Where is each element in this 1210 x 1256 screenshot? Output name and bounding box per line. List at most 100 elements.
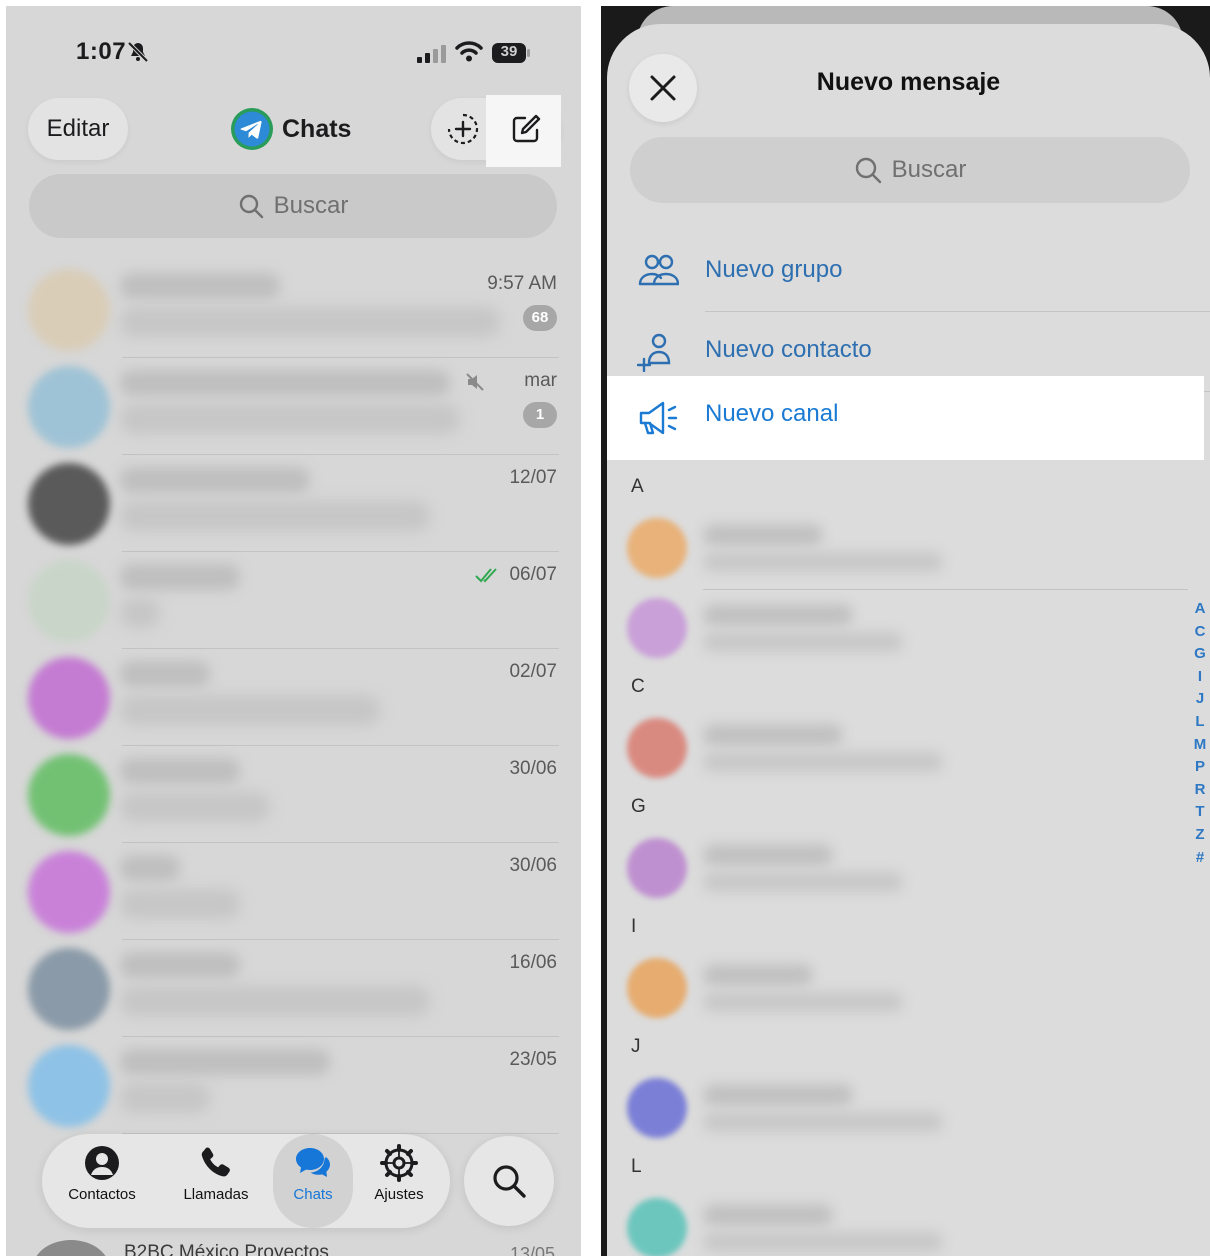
chat-row[interactable]: 12/07 <box>6 455 581 552</box>
chat-name-redacted <box>120 952 240 978</box>
edit-button[interactable]: Editar <box>28 98 128 160</box>
group-icon <box>638 254 679 286</box>
action-label: Nuevo contacto <box>705 336 872 363</box>
index-letter[interactable]: L <box>1189 711 1210 734</box>
chat-row[interactable]: 16/06 <box>6 940 581 1037</box>
avatar <box>28 851 110 933</box>
chat-preview-redacted <box>120 792 270 822</box>
chat-name-redacted <box>120 564 240 590</box>
megaphone-icon <box>639 401 678 435</box>
action-label: Nuevo grupo <box>705 256 843 283</box>
index-letter[interactable]: T <box>1189 801 1210 824</box>
chat-preview-redacted <box>120 1083 210 1113</box>
search-icon <box>493 1165 526 1198</box>
avatar <box>28 948 110 1030</box>
unread-badge: 1 <box>523 402 557 428</box>
section-letter: C <box>631 676 645 697</box>
index-letter[interactable]: M <box>1189 734 1210 757</box>
double-check-icon <box>475 568 497 583</box>
contact-row[interactable] <box>607 1070 1210 1150</box>
chat-date: 13/05 <box>510 1244 556 1256</box>
global-search-button[interactable] <box>464 1136 554 1226</box>
avatar <box>28 1045 110 1127</box>
status-time: 1:07 <box>76 38 127 65</box>
section-letter: L <box>631 1156 642 1177</box>
tab-label: Chats <box>293 1186 333 1203</box>
chat-preview-redacted <box>120 889 240 919</box>
index-letter[interactable]: P <box>1189 756 1210 779</box>
chat-date: 30/06 <box>509 758 557 779</box>
search-input[interactable]: Buscar <box>630 137 1190 203</box>
chat-row[interactable]: 02/07 <box>6 649 581 746</box>
chat-preview-redacted <box>120 986 430 1016</box>
avatar <box>28 366 110 448</box>
search-icon <box>855 157 881 184</box>
tab-settings[interactable]: Ajustes <box>356 1134 442 1228</box>
tab-contacts[interactable]: Contactos <box>50 1134 154 1228</box>
index-letter[interactable]: Z <box>1189 824 1210 847</box>
chat-row[interactable]: 23/05 <box>6 1037 581 1134</box>
index-letter[interactable]: R <box>1189 779 1210 802</box>
chat-name: B2BC México Proyectos <box>124 1242 329 1256</box>
contact-row[interactable] <box>607 950 1210 1030</box>
chat-preview-redacted <box>120 598 160 628</box>
contact-row[interactable] <box>607 710 1210 790</box>
compose-icon[interactable] <box>509 112 543 146</box>
add-story-icon[interactable] <box>446 112 480 146</box>
contact-row[interactable] <box>607 510 1210 590</box>
new-group-button[interactable]: Nuevo grupo <box>607 232 1210 312</box>
contact-row[interactable] <box>607 830 1210 910</box>
telegram-logo-icon <box>231 108 273 150</box>
chat-name-redacted <box>120 370 450 396</box>
index-letter[interactable]: A <box>1189 598 1210 621</box>
chat-row[interactable]: mar 1 <box>6 358 581 455</box>
chat-name-redacted <box>120 467 310 493</box>
contact-status-redacted <box>703 632 903 652</box>
index-letter[interactable]: # <box>1189 847 1210 870</box>
contact-row[interactable] <box>607 1190 1210 1256</box>
tab-chats[interactable]: Chats <box>273 1134 353 1228</box>
contact-name-redacted <box>703 724 843 746</box>
section-letter: I <box>631 916 637 937</box>
gear-icon <box>380 1144 418 1182</box>
contact-name-redacted <box>703 964 813 986</box>
chat-preview-redacted <box>120 404 460 434</box>
alphabet-index[interactable]: A C G I J L M P R T Z # <box>1189 598 1210 869</box>
chat-row[interactable]: 30/06 <box>6 843 581 940</box>
index-letter[interactable]: C <box>1189 621 1210 644</box>
tab-calls[interactable]: Llamadas <box>164 1134 268 1228</box>
cellular-signal-icon <box>417 45 446 63</box>
chat-row[interactable]: 9:57 AM 68 <box>6 261 581 358</box>
action-label: Nuevo canal <box>705 400 839 427</box>
avatar <box>28 269 110 351</box>
avatar <box>627 958 687 1018</box>
chat-date: 16/06 <box>509 952 557 973</box>
index-letter[interactable]: I <box>1189 666 1210 689</box>
index-letter[interactable]: G <box>1189 643 1210 666</box>
contact-status-redacted <box>703 1232 943 1252</box>
search-placeholder: Buscar <box>891 156 967 183</box>
contact-row[interactable] <box>607 590 1210 670</box>
chat-date: 9:57 AM <box>487 273 557 294</box>
tab-label: Ajustes <box>374 1186 424 1203</box>
chat-name-redacted <box>120 273 280 299</box>
chat-row[interactable]: 30/06 <box>6 746 581 843</box>
bell-muted-icon <box>127 41 149 63</box>
chat-date: 02/07 <box>509 661 557 682</box>
chat-name-redacted <box>120 855 180 881</box>
wifi-icon <box>455 41 483 62</box>
new-channel-button[interactable]: Nuevo canal <box>607 376 1204 460</box>
battery-level: 39 <box>500 43 518 60</box>
search-input[interactable]: Buscar <box>29 174 557 238</box>
chat-date: 30/06 <box>509 855 557 876</box>
contact-status-redacted <box>703 752 943 772</box>
sheet-title: Nuevo mensaje <box>816 68 1001 96</box>
new-message-screen: Nuevo mensaje Buscar Nuevo grupo Nuevo c… <box>601 6 1210 1256</box>
chat-name-redacted <box>120 758 240 784</box>
chat-row[interactable]: 06/07 <box>6 552 581 649</box>
index-letter[interactable]: J <box>1189 688 1210 711</box>
chat-preview-redacted <box>120 501 430 531</box>
page-title: Chats <box>282 114 352 143</box>
contact-name-redacted <box>703 844 833 866</box>
chats-screen: 1:07 39 Editar Chats Buscar 9:57 AM 68 m… <box>6 6 581 1256</box>
